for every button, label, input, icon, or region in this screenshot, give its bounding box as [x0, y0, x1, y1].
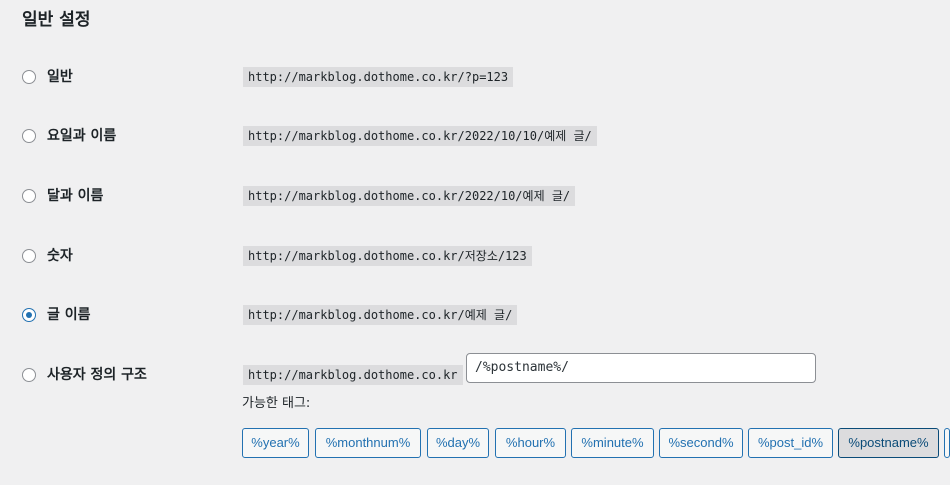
option-label-month-name: 달과 이름 — [47, 188, 104, 204]
radio-day-name[interactable] — [22, 129, 36, 143]
example-url-custom-prefix: http://markblog.dothome.co.kr — [243, 365, 463, 385]
tag-button-day[interactable]: %day% — [427, 428, 489, 458]
permalink-option-plain: 일반 http://markblog.dothome.co.kr/?p=123 — [0, 66, 950, 92]
custom-structure-input[interactable]: /%postname%/ — [466, 353, 816, 383]
tag-button-year[interactable]: %year% — [242, 428, 309, 458]
tag-button-more-partial[interactable] — [944, 428, 950, 458]
available-tags-label: 가능한 태그: — [242, 396, 311, 411]
example-url-plain: http://markblog.dothome.co.kr/?p=123 — [243, 67, 514, 87]
permalink-option-post-name: 글 이름 http://markblog.dothome.co.kr/예제 글/ — [0, 304, 950, 330]
example-url-post-name: http://markblog.dothome.co.kr/예제 글/ — [243, 305, 518, 325]
example-url-numeric: http://markblog.dothome.co.kr/저장소/123 — [243, 246, 532, 266]
section-title: 일반 설정 — [22, 10, 91, 30]
permalink-option-day-name: 요일과 이름 http://markblog.dothome.co.kr/202… — [0, 125, 950, 151]
permalink-option-custom: 사용자 정의 구조 http://markblog.dothome.co.kr … — [0, 353, 950, 390]
option-label-post-name: 글 이름 — [47, 307, 91, 323]
tag-button-hour[interactable]: %hour% — [495, 428, 566, 458]
option-label-day-name: 요일과 이름 — [47, 128, 117, 144]
permalink-option-numeric: 숫자 http://markblog.dothome.co.kr/저장소/123 — [0, 245, 950, 271]
radio-month-name[interactable] — [22, 189, 36, 203]
tag-button-monthnum[interactable]: %monthnum% — [315, 428, 421, 458]
option-label-numeric: 숫자 — [47, 248, 73, 264]
tag-button-second[interactable]: %second% — [659, 428, 743, 458]
example-url-month-name: http://markblog.dothome.co.kr/2022/10/예제… — [243, 186, 576, 206]
option-label-plain: 일반 — [47, 69, 73, 85]
tag-button-minute[interactable]: %minute% — [571, 428, 654, 458]
tag-button-postname[interactable]: %postname% — [838, 428, 939, 458]
option-label-custom: 사용자 정의 구조 — [47, 367, 147, 383]
permalink-option-month-name: 달과 이름 http://markblog.dothome.co.kr/2022… — [0, 185, 950, 211]
radio-post-name[interactable] — [22, 308, 36, 322]
radio-custom[interactable] — [22, 368, 36, 382]
radio-numeric[interactable] — [22, 249, 36, 263]
radio-plain[interactable] — [22, 70, 36, 84]
example-url-day-name: http://markblog.dothome.co.kr/2022/10/10… — [243, 126, 597, 146]
tag-button-post-id[interactable]: %post_id% — [748, 428, 833, 458]
